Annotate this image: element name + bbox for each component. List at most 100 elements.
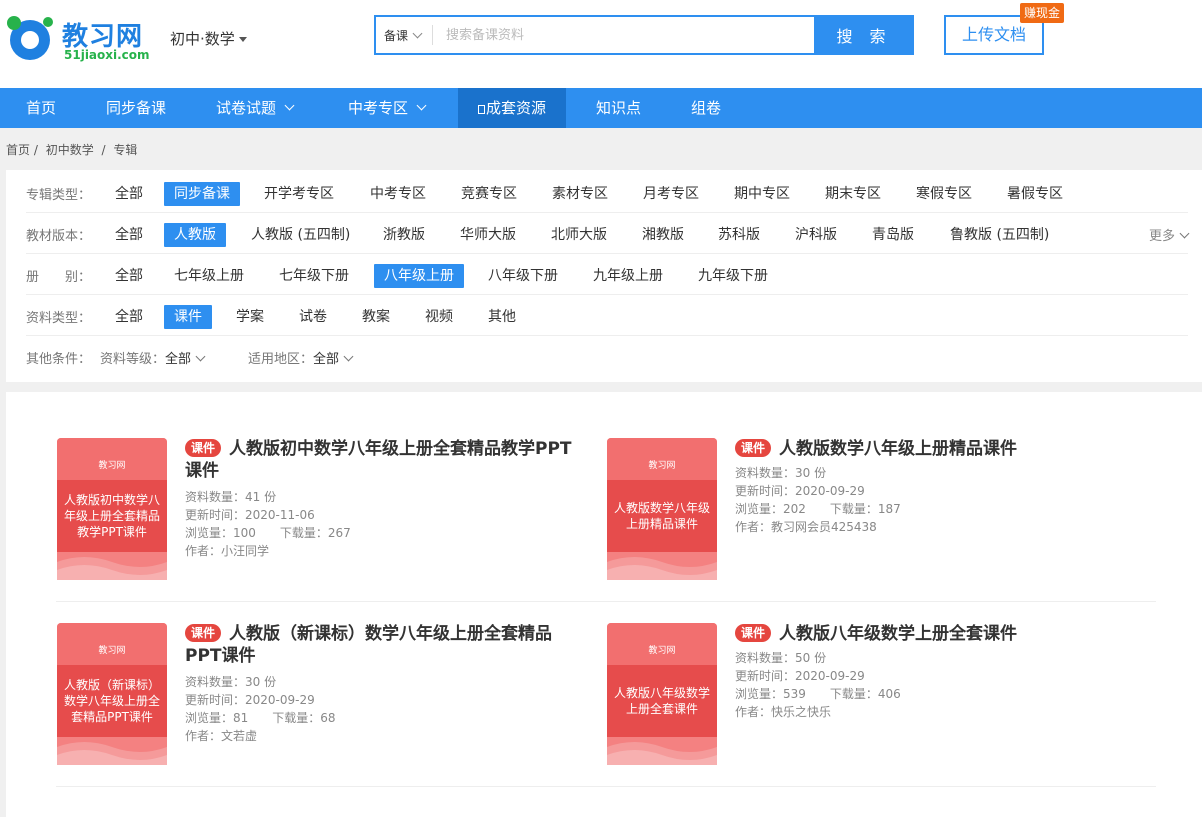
nav-exams[interactable]: 试卷试题 <box>216 88 295 128</box>
filter-option[interactable]: 九年级上册 <box>583 264 673 288</box>
filter-option[interactable]: 沪科版 <box>785 223 847 247</box>
nav-sets[interactable]: 成套资源 <box>458 88 567 128</box>
filter-label: 教材版本： <box>26 229 92 244</box>
search-type-dropdown[interactable]: 备课 <box>384 27 423 44</box>
filter-option[interactable]: 全部 <box>105 264 153 288</box>
filter-option[interactable]: 中考专区 <box>360 182 436 206</box>
album-thumbnail[interactable]: 教习网 人教版八年级数学上册全套课件 <box>607 623 717 765</box>
filter-option[interactable]: 北师大版 <box>541 223 617 247</box>
filter-option[interactable]: 视频 <box>415 305 463 329</box>
filter-label: 册 别： <box>26 270 92 285</box>
region-value: 全部 <box>313 352 340 367</box>
album-title[interactable]: 课件 人教版八年级数学上册全套课件 <box>735 623 1125 645</box>
breadcrumb: 首页 / 初中数学 / 专辑 <box>6 141 141 158</box>
resource-level-value: 全部 <box>165 352 192 367</box>
filter-option-selected[interactable]: 人教版 <box>164 223 226 247</box>
album-card[interactable]: 教习网 人教版数学八年级上册精品课件 课件 人教版数学八年级上册精品课件 资料数量… <box>607 438 1127 603</box>
filter-option[interactable]: 开学考专区 <box>254 182 344 206</box>
nav-exams-label: 试卷试题 <box>216 99 277 117</box>
album-list: 教习网 人教版初中数学八年级上册全套精品教学PPT课件 课件 人教版初中数学八年级… <box>6 392 1202 817</box>
filter-option[interactable]: 八年级下册 <box>478 264 568 288</box>
nav-home-label: 首页 <box>26 99 57 117</box>
nav-sync-prep[interactable]: 同步备课 <box>106 88 166 128</box>
filter-panel: 专辑类型： 全部 同步备课 开学考专区 中考专区 竞赛专区 素材专区 月考专区 … <box>6 170 1202 382</box>
album-meta: 资料数量：30 份 更新时间：2020-09-29 浏览量：81 下载量：68 作… <box>185 673 575 745</box>
album-card[interactable]: 教习网 人教版（新课标）数学八年级上册全套精品PPT课件 课件 人教版（新课标）数… <box>57 623 577 788</box>
filter-option[interactable]: 期中专区 <box>724 182 800 206</box>
filter-option[interactable]: 全部 <box>105 305 153 329</box>
filter-option[interactable]: 浙教版 <box>373 223 435 247</box>
type-tag: 课件 <box>185 624 222 642</box>
nav-knowledge-label: 知识点 <box>596 99 642 117</box>
thumbnail-body: 人教版数学八年级上册精品课件 <box>607 480 717 552</box>
filter-option[interactable]: 全部 <box>105 223 153 247</box>
album-info: 课件 人教版数学八年级上册精品课件 资料数量：30 份 更新时间：2020-09-… <box>735 438 1125 536</box>
row-divider <box>56 601 1156 602</box>
filter-option[interactable]: 期末专区 <box>815 182 891 206</box>
update-time: 更新时间：2020-09-29 <box>185 693 315 707</box>
filter-option[interactable]: 试卷 <box>289 305 337 329</box>
album-thumbnail[interactable]: 教习网 人教版（新课标）数学八年级上册全套精品PPT课件 <box>57 623 167 765</box>
resource-level-dropdown[interactable]: 资料等级：全部 <box>100 348 206 367</box>
main-nav: 首页 同步备课 试卷试题 中考专区 成套资源 知识点 组卷 <box>0 88 1202 128</box>
filter-option[interactable]: 人教版 (五四制) <box>241 223 360 247</box>
album-title-text: 人教版八年级数学上册全套课件 <box>779 624 1018 644</box>
filter-option[interactable]: 青岛版 <box>862 223 924 247</box>
resource-count: 资料数量：50 份 <box>735 651 827 665</box>
filter-option[interactable]: 苏科版 <box>708 223 770 247</box>
filter-option[interactable]: 湘教版 <box>632 223 694 247</box>
breadcrumb-home[interactable]: 首页 / <box>6 143 38 157</box>
album-title[interactable]: 课件 人教版初中数学八年级上册全套精品教学PPT课件 <box>185 438 575 482</box>
filter-option[interactable]: 竞赛专区 <box>451 182 527 206</box>
type-tag: 课件 <box>735 439 772 457</box>
document-icon <box>478 105 485 114</box>
filter-option[interactable]: 华师大版 <box>450 223 526 247</box>
filter-option[interactable]: 学案 <box>226 305 274 329</box>
filter-option[interactable]: 素材专区 <box>542 182 618 206</box>
filter-option[interactable]: 月考专区 <box>633 182 709 206</box>
nav-zhongkao[interactable]: 中考专区 <box>348 88 427 128</box>
thumbnail-body: 人教版（新课标）数学八年级上册全套精品PPT课件 <box>57 665 167 737</box>
filter-option[interactable]: 七年级上册 <box>164 264 254 288</box>
search-button[interactable]: 搜 索 <box>814 15 914 55</box>
filter-option[interactable]: 其他 <box>478 305 526 329</box>
logo-icon <box>7 16 53 60</box>
filter-option[interactable]: 鲁教版 (五四制) <box>940 223 1059 247</box>
album-title[interactable]: 课件 人教版（新课标）数学八年级上册全套精品PPT课件 <box>185 623 575 667</box>
breadcrumb-sep: / <box>101 143 106 157</box>
album-title[interactable]: 课件 人教版数学八年级上册精品课件 <box>735 438 1125 460</box>
subject-selector[interactable]: 初中·数学 <box>170 28 247 49</box>
album-card[interactable]: 教习网 人教版八年级数学上册全套课件 课件 人教版八年级数学上册全套课件 资料数量… <box>607 623 1127 788</box>
album-thumbnail[interactable]: 教习网 人教版数学八年级上册精品课件 <box>607 438 717 580</box>
author: 作者：小汪同学 <box>185 544 270 558</box>
thumbnail-body: 人教版初中数学八年级上册全套精品教学PPT课件 <box>57 480 167 552</box>
nav-knowledge[interactable]: 知识点 <box>596 88 641 128</box>
filter-option[interactable]: 九年级下册 <box>688 264 778 288</box>
breadcrumb-subject[interactable]: 初中数学 <box>46 143 94 157</box>
wave-decoration <box>607 742 717 765</box>
region-dropdown[interactable]: 适用地区：全部 <box>248 348 354 367</box>
album-meta: 资料数量：41 份 更新时间：2020-11-06 浏览量：100 下载量：267… <box>185 488 575 560</box>
filter-option[interactable]: 教案 <box>352 305 400 329</box>
filter-option[interactable]: 寒假专区 <box>906 182 982 206</box>
search-input[interactable] <box>436 21 811 49</box>
filter-option[interactable]: 暑假专区 <box>997 182 1073 206</box>
filter-option-selected[interactable]: 同步备课 <box>164 182 240 206</box>
album-thumbnail[interactable]: 教习网 人教版初中数学八年级上册全套精品教学PPT课件 <box>57 438 167 580</box>
filter-option-selected[interactable]: 课件 <box>164 305 212 329</box>
chevron-down-icon <box>416 100 427 111</box>
filter-option[interactable]: 全部 <box>105 182 153 206</box>
filter-option-selected[interactable]: 八年级上册 <box>374 264 464 288</box>
view-count: 浏览量：81 <box>185 711 249 725</box>
stats: 浏览量：100 下载量：267 <box>185 524 575 542</box>
filter-option[interactable]: 七年级下册 <box>269 264 359 288</box>
nav-home[interactable]: 首页 <box>26 88 56 128</box>
author: 作者：文若虚 <box>185 729 258 743</box>
earn-cash-badge[interactable]: 赚现金 <box>1020 3 1065 23</box>
more-editions-button[interactable]: 更多 <box>1149 225 1190 244</box>
site-logo[interactable]: 教习网 51jiaoxi.com <box>6 14 156 64</box>
album-card[interactable]: 教习网 人教版初中数学八年级上册全套精品教学PPT课件 课件 人教版初中数学八年级… <box>57 438 577 603</box>
resource-count: 资料数量：41 份 <box>185 490 277 504</box>
nav-compose[interactable]: 组卷 <box>691 88 721 128</box>
album-meta: 资料数量：50 份 更新时间：2020-09-29 浏览量：539 下载量：406… <box>735 649 1125 721</box>
